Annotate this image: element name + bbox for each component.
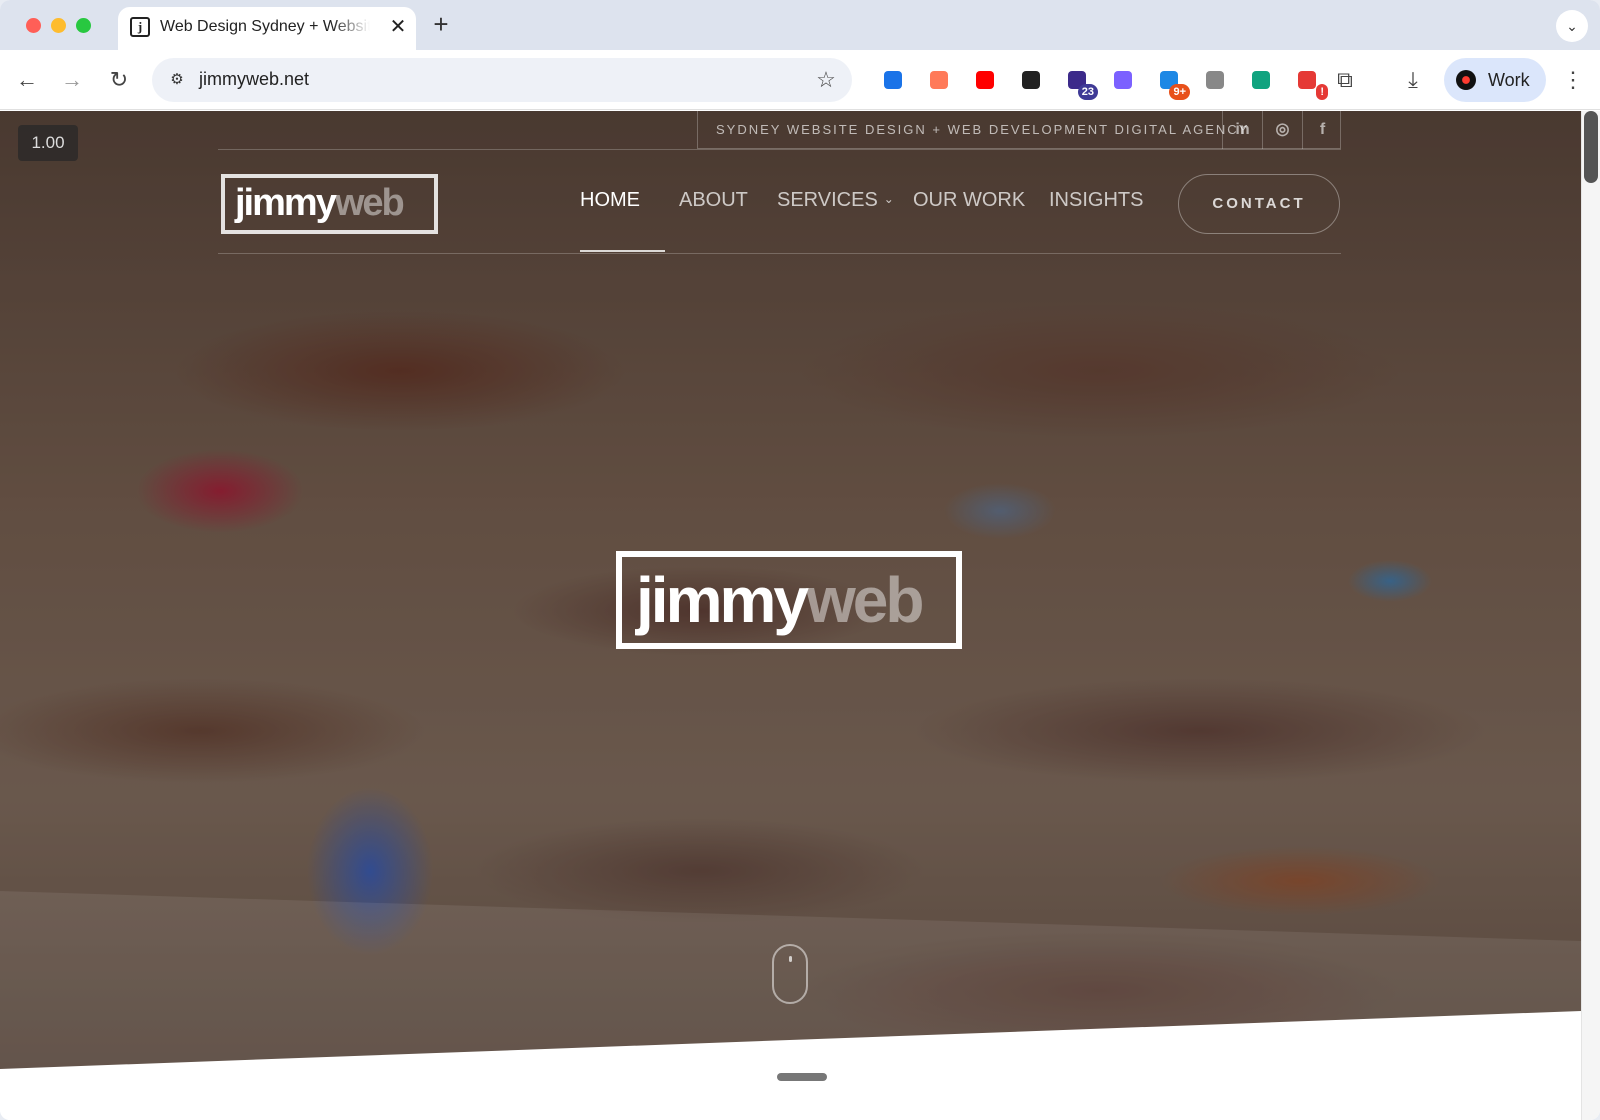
nav-active-underline [580,250,665,252]
header-divider-top [218,149,1341,150]
header-logo[interactable]: jimmyweb [221,174,438,234]
site-info-icon[interactable]: ⚙ [166,69,188,91]
puzzle-blue-extension-icon[interactable]: 9+ [1154,65,1190,100]
tab-search-icon[interactable]: ⌄ [1556,10,1588,42]
pen-glyph [1022,71,1040,89]
header-divider-bottom [218,253,1341,254]
top-info-bar: SYDNEY WEBSITE DESIGN + WEB DEVELOPMENT … [697,111,1341,149]
youtube-glyph [976,71,994,89]
hubspot-extension-icon[interactable] [924,65,954,95]
site-favicon-icon: j [130,17,150,37]
shield-red-extension-icon[interactable]: ! [1292,65,1328,100]
profile-label: Work [1488,70,1530,90]
chat-bubble-glyph [1252,71,1270,89]
camera-extension-icon[interactable] [1200,65,1230,95]
nav-home[interactable]: HOME [580,189,640,212]
chat-bubble-extension-icon[interactable] [1246,65,1276,95]
tab-title: Web Design Sydney + Website [160,18,370,35]
drag-handle[interactable] [777,1073,827,1081]
forward-icon[interactable]: → [57,65,87,95]
logo-part-jimmy: jimmy [235,182,337,224]
address-bar[interactable]: ⚙ jimmyweb.net ☆ [152,58,852,102]
nav-services-label: SERVICES [777,189,878,211]
reload-icon[interactable]: ↻ [104,65,134,95]
profile-chip[interactable]: Work [1444,58,1546,102]
active-tab[interactable]: j Web Design Sydney + Website ✕ [118,7,416,50]
youtube-extension-icon[interactable] [970,65,1000,95]
bookmark-star-icon[interactable]: ☆ [812,66,840,94]
hero-logo-wordmark: jimmyweb [636,563,924,637]
hubspot-glyph [930,71,948,89]
bolt-extension-icon[interactable] [878,65,908,95]
hero-logo-part-web: web [805,564,924,636]
nav-insights[interactable]: INSIGHTS [1049,189,1143,212]
scroll-down-mouse-icon[interactable] [772,944,808,1004]
browser-toolbar: ← → ↻ ⚙ jimmyweb.net ☆ 23 9+! ⧉ ⤓ Work ⋮ [0,50,1600,110]
extension-badge: ! [1316,84,1328,100]
logo-wordmark: jimmyweb [235,182,405,225]
download-icon[interactable]: ⤓ [1398,65,1428,95]
tab-close-icon[interactable]: ✕ [386,15,410,39]
nav-services[interactable]: SERVICES ⌄ [777,189,894,212]
d-logo-extension-icon[interactable] [1108,65,1138,95]
back-icon[interactable]: ← [12,65,42,95]
hero-logo-part-jimmy: jimmy [636,564,809,636]
scroll-wheel-dot [789,956,792,962]
tab-strip: j Web Design Sydney + Website ✕ + ⌄ [0,0,1600,50]
extensions-puzzle-icon[interactable]: ⧉ [1330,65,1360,95]
maximize-window-button[interactable] [76,18,91,33]
nav-our-work[interactable]: OUR WORK [913,189,1025,212]
close-window-button[interactable] [26,18,41,33]
page-viewport: 1.00 SYDNEY WEBSITE DESIGN + WEB DEVELOP… [0,111,1581,1120]
profile-avatar [1456,70,1476,90]
browser-window: j Web Design Sydney + Website ✕ + ⌄ ← → … [0,0,1600,1120]
camera-glyph [1206,71,1224,89]
scrollbar-thumb[interactable] [1584,111,1598,183]
new-tab-button[interactable]: + [428,11,454,38]
chevron-down-icon: ⌄ [883,192,894,206]
facebook-icon[interactable]: f [1302,111,1342,149]
zoom-indicator: 1.00 [18,125,78,161]
d-logo-glyph [1114,71,1132,89]
bolt-glyph [884,71,902,89]
contact-button[interactable]: CONTACT [1178,174,1340,234]
minimize-window-button[interactable] [51,18,66,33]
agency-tagline: SYDNEY WEBSITE DESIGN + WEB DEVELOPMENT … [716,122,1250,137]
page-scrollbar[interactable] [1581,111,1600,1120]
nav-about[interactable]: ABOUT [679,189,748,212]
hero-logo: jimmyweb [616,551,962,649]
instagram-icon[interactable]: ◎ [1262,111,1302,149]
pen-extension-icon[interactable] [1016,65,1046,95]
browser-menu-icon[interactable]: ⋮ [1558,65,1588,95]
shield-red-glyph [1298,71,1316,89]
extension-badge: 23 [1077,84,1098,100]
linkedin-icon[interactable]: in [1222,111,1262,149]
extension-badge: 9+ [1169,84,1190,100]
graduation-cap-extension-icon[interactable]: 23 [1062,65,1098,100]
logo-part-web: web [334,182,405,224]
url-text: jimmyweb.net [199,69,310,89]
